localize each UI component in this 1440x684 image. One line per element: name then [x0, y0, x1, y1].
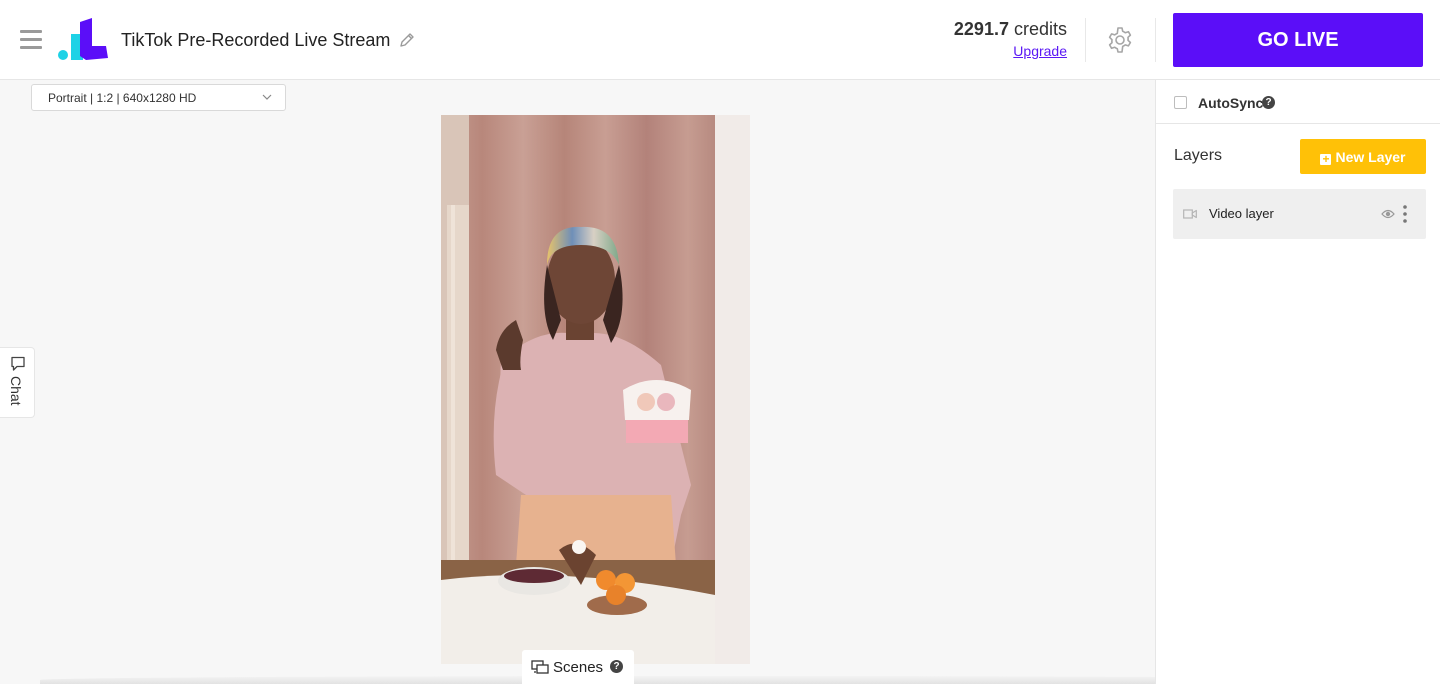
credits-value: 2291.7	[953, 19, 1009, 39]
help-icon[interactable]: ?	[610, 660, 623, 673]
layer-label: Video layer	[1209, 206, 1274, 221]
credits-unit: credits	[1013, 19, 1067, 39]
new-layer-label: New Layer	[1335, 148, 1406, 165]
plus-icon: +	[1320, 151, 1332, 166]
autosync-row: AutoSync ?	[1156, 80, 1440, 124]
menu-icon[interactable]	[20, 30, 42, 50]
chat-tab[interactable]: Chat	[0, 347, 35, 418]
go-live-button[interactable]: GO LIVE	[1173, 13, 1423, 67]
autosync-label: AutoSync	[1198, 95, 1264, 111]
top-bar: TikTok Pre-Recorded Live Stream 2291.7 c…	[0, 0, 1440, 80]
logo-icon	[58, 18, 108, 60]
layers-title: Layers	[1174, 147, 1223, 164]
layers-panel: AutoSync ? Layers + New Layer Video layer	[1155, 80, 1440, 684]
new-layer-button[interactable]: + New Layer	[1300, 139, 1426, 174]
help-icon[interactable]: ?	[1262, 96, 1275, 109]
video-frame-image	[441, 115, 715, 664]
chat-icon	[11, 356, 25, 371]
upgrade-link[interactable]: Upgrade	[954, 43, 1067, 59]
edit-icon[interactable]	[398, 31, 416, 49]
eye-icon[interactable]	[1381, 208, 1395, 220]
gear-icon[interactable]	[1106, 26, 1134, 54]
video-camera-icon	[1183, 209, 1197, 219]
scenes-icon	[531, 660, 549, 674]
layer-item[interactable]: Video layer	[1173, 189, 1426, 239]
more-vertical-icon[interactable]	[1402, 204, 1408, 224]
divider	[1155, 18, 1156, 62]
chat-label: Chat	[8, 376, 24, 406]
scenes-label: Scenes	[553, 659, 604, 676]
autosync-checkbox[interactable]	[1174, 96, 1187, 109]
stream-canvas[interactable]	[441, 115, 750, 664]
credits-display: 2291.7 credits Upgrade	[954, 19, 1067, 59]
chevron-down-icon	[262, 94, 272, 100]
divider	[1085, 18, 1086, 62]
resolution-select-value: Portrait | 1:2 | 640x1280 HD	[48, 91, 197, 105]
scenes-button[interactable]: Scenes ?	[522, 650, 634, 684]
stream-title: TikTok Pre-Recorded Live Stream	[121, 30, 391, 50]
resolution-select[interactable]: Portrait | 1:2 | 640x1280 HD	[31, 84, 286, 111]
